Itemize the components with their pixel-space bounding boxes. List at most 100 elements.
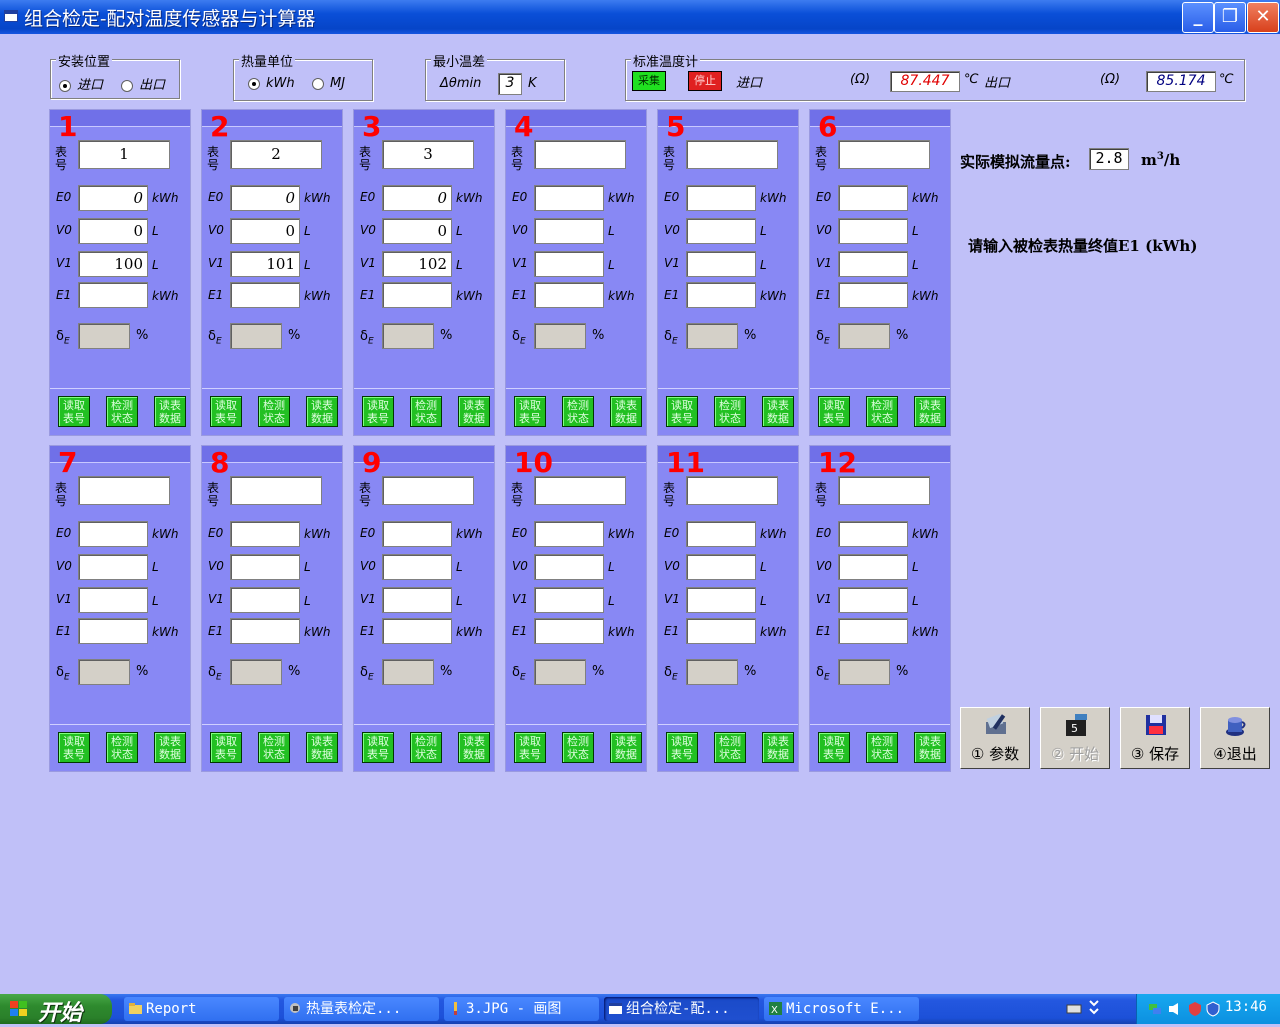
v1-input[interactable]: 101 bbox=[230, 251, 300, 277]
security-icon[interactable] bbox=[1205, 1001, 1221, 1017]
meter-no-input[interactable] bbox=[382, 476, 474, 505]
min-temp-diff-input[interactable]: 3 bbox=[498, 73, 522, 95]
taskbar-item-excel[interactable]: X Microsoft E... bbox=[764, 997, 919, 1021]
e0-input[interactable] bbox=[534, 521, 604, 547]
read-meter-data-button[interactable]: 读表 数据 bbox=[154, 396, 186, 427]
e0-input[interactable] bbox=[534, 185, 604, 211]
install-outlet-radio[interactable]: 出口 bbox=[121, 74, 165, 93]
e1-input[interactable] bbox=[534, 282, 604, 308]
unit-mj-radio[interactable]: MJ bbox=[312, 76, 345, 91]
v1-input[interactable] bbox=[382, 587, 452, 613]
e1-input[interactable] bbox=[838, 282, 908, 308]
check-status-button[interactable]: 检测 状态 bbox=[562, 396, 594, 427]
e0-input[interactable] bbox=[78, 521, 148, 547]
e0-input[interactable]: 0 bbox=[230, 185, 300, 211]
v1-input[interactable] bbox=[686, 251, 756, 277]
meter-no-input[interactable] bbox=[534, 140, 626, 169]
meter-no-input[interactable]: 2 bbox=[230, 140, 322, 169]
e1-input[interactable] bbox=[382, 282, 452, 308]
e1-input[interactable] bbox=[686, 282, 756, 308]
e0-input[interactable] bbox=[686, 521, 756, 547]
maximize-button[interactable]: ❐ bbox=[1214, 2, 1246, 33]
e0-input[interactable]: 0 bbox=[78, 185, 148, 211]
read-meter-data-button[interactable]: 读表 数据 bbox=[610, 396, 642, 427]
e0-input[interactable] bbox=[230, 521, 300, 547]
stop-button[interactable]: 停止 bbox=[688, 71, 722, 91]
read-meter-no-button[interactable]: 读取 表号 bbox=[362, 396, 394, 427]
read-meter-no-button[interactable]: 读取 表号 bbox=[210, 396, 242, 427]
taskbar-item-combined-verify[interactable]: 组合检定-配... bbox=[604, 997, 759, 1021]
v1-input[interactable] bbox=[686, 587, 756, 613]
e0-input[interactable] bbox=[838, 521, 908, 547]
v0-input[interactable] bbox=[230, 554, 300, 580]
v1-input[interactable] bbox=[534, 587, 604, 613]
taskbar-item-report[interactable]: Report bbox=[124, 997, 279, 1021]
read-meter-data-button[interactable]: 读表 数据 bbox=[762, 732, 794, 763]
meter-no-input[interactable] bbox=[838, 140, 930, 169]
read-meter-no-button[interactable]: 读取 表号 bbox=[514, 396, 546, 427]
read-meter-no-button[interactable]: 读取 表号 bbox=[514, 732, 546, 763]
install-inlet-radio[interactable]: 进口 bbox=[59, 74, 103, 93]
flow-point-input[interactable]: 2.8 bbox=[1089, 148, 1129, 170]
v1-input[interactable] bbox=[838, 251, 908, 277]
e1-input[interactable] bbox=[382, 618, 452, 644]
collect-button[interactable]: 采集 bbox=[632, 71, 666, 91]
v1-input[interactable] bbox=[78, 587, 148, 613]
v0-input[interactable] bbox=[382, 554, 452, 580]
read-meter-data-button[interactable]: 读表 数据 bbox=[458, 396, 490, 427]
read-meter-no-button[interactable]: 读取 表号 bbox=[818, 396, 850, 427]
input-method-icon[interactable] bbox=[1088, 999, 1100, 1017]
v1-input[interactable] bbox=[230, 587, 300, 613]
e1-input[interactable] bbox=[686, 618, 756, 644]
meter-no-input[interactable] bbox=[686, 476, 778, 505]
v0-input[interactable] bbox=[838, 554, 908, 580]
check-status-button[interactable]: 检测 状态 bbox=[714, 732, 746, 763]
read-meter-data-button[interactable]: 读表 数据 bbox=[914, 396, 946, 427]
e1-input[interactable] bbox=[838, 618, 908, 644]
params-button[interactable]: ① 参数 bbox=[960, 707, 1030, 769]
read-meter-no-button[interactable]: 读取 表号 bbox=[362, 732, 394, 763]
check-status-button[interactable]: 检测 状态 bbox=[106, 396, 138, 427]
volume-icon[interactable] bbox=[1167, 1001, 1183, 1017]
start-menu-button[interactable]: 开始 bbox=[0, 994, 112, 1026]
meter-no-input[interactable] bbox=[78, 476, 170, 505]
start-button[interactable]: 5 ② 开始 bbox=[1040, 707, 1110, 769]
read-meter-no-button[interactable]: 读取 表号 bbox=[818, 732, 850, 763]
read-meter-data-button[interactable]: 读表 数据 bbox=[762, 396, 794, 427]
keyboard-icon[interactable] bbox=[1066, 1001, 1082, 1017]
v0-input[interactable] bbox=[686, 218, 756, 244]
read-meter-data-button[interactable]: 读表 数据 bbox=[306, 732, 338, 763]
e0-input[interactable] bbox=[382, 521, 452, 547]
v1-input[interactable]: 100 bbox=[78, 251, 148, 277]
check-status-button[interactable]: 检测 状态 bbox=[562, 732, 594, 763]
e1-input[interactable] bbox=[78, 618, 148, 644]
title-bar[interactable]: 组合检定-配对温度传感器与计算器 _ ❐ ✕ bbox=[0, 0, 1280, 34]
check-status-button[interactable]: 检测 状态 bbox=[410, 732, 442, 763]
check-status-button[interactable]: 检测 状态 bbox=[258, 396, 290, 427]
save-button[interactable]: ③ 保存 bbox=[1120, 707, 1190, 769]
v0-input[interactable]: 0 bbox=[230, 218, 300, 244]
check-status-button[interactable]: 检测 状态 bbox=[866, 732, 898, 763]
window-icon[interactable] bbox=[4, 10, 18, 22]
read-meter-data-button[interactable]: 读表 数据 bbox=[154, 732, 186, 763]
check-status-button[interactable]: 检测 状态 bbox=[866, 396, 898, 427]
check-status-button[interactable]: 检测 状态 bbox=[714, 396, 746, 427]
v0-input[interactable] bbox=[686, 554, 756, 580]
v0-input[interactable] bbox=[534, 218, 604, 244]
meter-no-input[interactable] bbox=[534, 476, 626, 505]
v0-input[interactable]: 0 bbox=[78, 218, 148, 244]
meter-no-input[interactable]: 3 bbox=[382, 140, 474, 169]
meter-no-input[interactable]: 1 bbox=[78, 140, 170, 169]
v1-input[interactable] bbox=[838, 587, 908, 613]
check-status-button[interactable]: 检测 状态 bbox=[106, 732, 138, 763]
e1-input[interactable] bbox=[534, 618, 604, 644]
read-meter-data-button[interactable]: 读表 数据 bbox=[610, 732, 642, 763]
v0-input[interactable] bbox=[534, 554, 604, 580]
check-status-button[interactable]: 检测 状态 bbox=[258, 732, 290, 763]
v0-input[interactable] bbox=[838, 218, 908, 244]
close-button[interactable]: ✕ bbox=[1247, 2, 1279, 33]
v0-input[interactable] bbox=[78, 554, 148, 580]
read-meter-no-button[interactable]: 读取 表号 bbox=[58, 396, 90, 427]
read-meter-no-button[interactable]: 读取 表号 bbox=[666, 396, 698, 427]
e1-input[interactable] bbox=[230, 282, 300, 308]
